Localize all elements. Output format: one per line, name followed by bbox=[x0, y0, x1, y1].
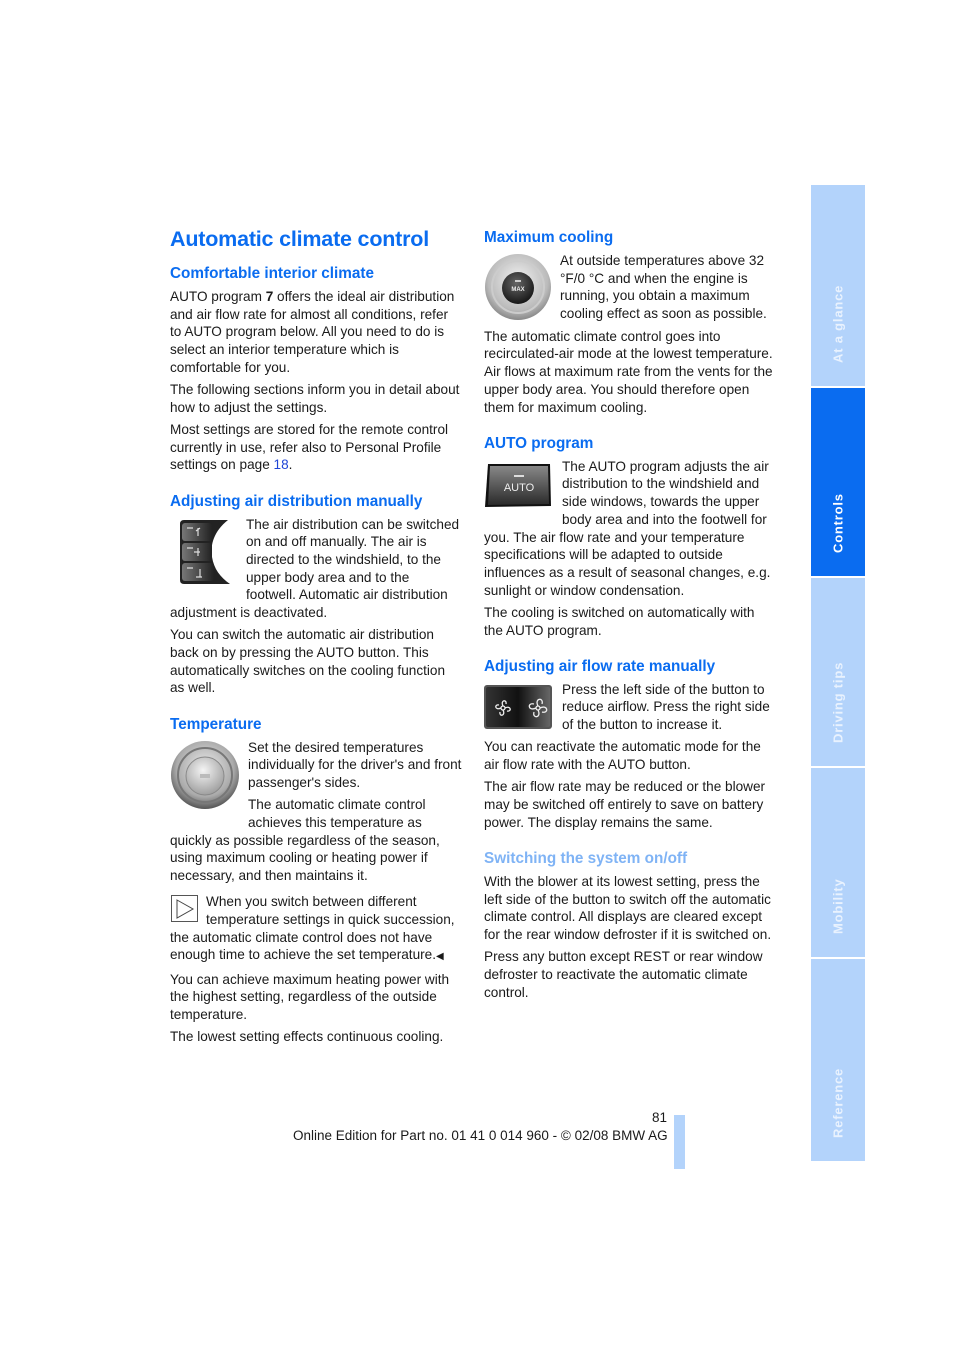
right-column: Maximum cooling MAX At outside temperatu… bbox=[484, 228, 776, 1006]
paragraph: Press any button except REST or rear win… bbox=[484, 949, 763, 1000]
paragraph: The following sections inform you in det… bbox=[170, 382, 460, 415]
tab-mobility[interactable]: Mobility bbox=[811, 768, 865, 957]
tab-controls[interactable]: Controls bbox=[811, 388, 865, 576]
paragraph: AUTO program 7 offers the ideal air dist… bbox=[170, 289, 455, 375]
paragraph: You can switch the automatic air distrib… bbox=[170, 627, 446, 696]
auto-button-icon: AUTO bbox=[484, 461, 554, 514]
end-marker-icon: ◀ bbox=[436, 951, 444, 963]
paragraph: The lowest setting effects continuous co… bbox=[170, 1029, 444, 1045]
paragraph: The cooling is switched on automatically… bbox=[484, 604, 755, 638]
max-cooling-dial-icon: MAX bbox=[484, 253, 552, 326]
note-triangle-icon bbox=[171, 895, 198, 923]
air-distribution-buttons-icon bbox=[170, 517, 238, 590]
heading-adjusting-air-distribution: Adjusting air distribution manually bbox=[170, 492, 423, 510]
heading-auto-program: AUTO program bbox=[484, 434, 594, 452]
heading-maximum-cooling: Maximum cooling bbox=[484, 229, 614, 246]
paragraph: The air flow rate may be reduced or the … bbox=[484, 779, 766, 830]
svg-text:MAX: MAX bbox=[511, 287, 524, 293]
paragraph: Most settings are stored for the remote … bbox=[170, 421, 449, 473]
heading-temperature: Temperature bbox=[170, 715, 262, 733]
footer-tab-marker bbox=[674, 1115, 685, 1169]
paragraph: The automatic climate control goes into … bbox=[484, 328, 773, 415]
heading-comfortable-interior-climate: Comfortable interior climate bbox=[170, 265, 374, 282]
paragraph: You can reactivate the automatic mode fo… bbox=[484, 739, 761, 773]
heading-switching-system-on-off: Switching the system on/off bbox=[484, 849, 688, 867]
temperature-dial-icon bbox=[170, 740, 240, 815]
tab-at-a-glance[interactable]: At a glance bbox=[811, 185, 865, 386]
footer-edition: Online Edition for Part no. 01 41 0 014 … bbox=[293, 1128, 668, 1143]
section-tabs: At a glance Controls Driving tips Mobili… bbox=[811, 185, 865, 1163]
page-title: Automatic climate control bbox=[170, 227, 430, 251]
fan-buttons-icon bbox=[484, 683, 554, 736]
svg-text:AUTO: AUTO bbox=[504, 482, 535, 494]
paragraph: You can achieve maximum heating power wi… bbox=[170, 971, 450, 1022]
note-text: When you switch between different temper… bbox=[170, 894, 455, 963]
page-number: 81 bbox=[651, 1110, 667, 1125]
tab-reference[interactable]: Reference bbox=[811, 959, 865, 1161]
left-column: Automatic climate control Comfortable in… bbox=[170, 226, 462, 1050]
paragraph: With the blower at its lowest setting, p… bbox=[484, 873, 772, 942]
heading-adjusting-air-flow: Adjusting air flow rate manually bbox=[484, 657, 716, 675]
tab-driving-tips[interactable]: Driving tips bbox=[811, 578, 865, 766]
page-link-18[interactable]: 18 bbox=[274, 457, 289, 472]
